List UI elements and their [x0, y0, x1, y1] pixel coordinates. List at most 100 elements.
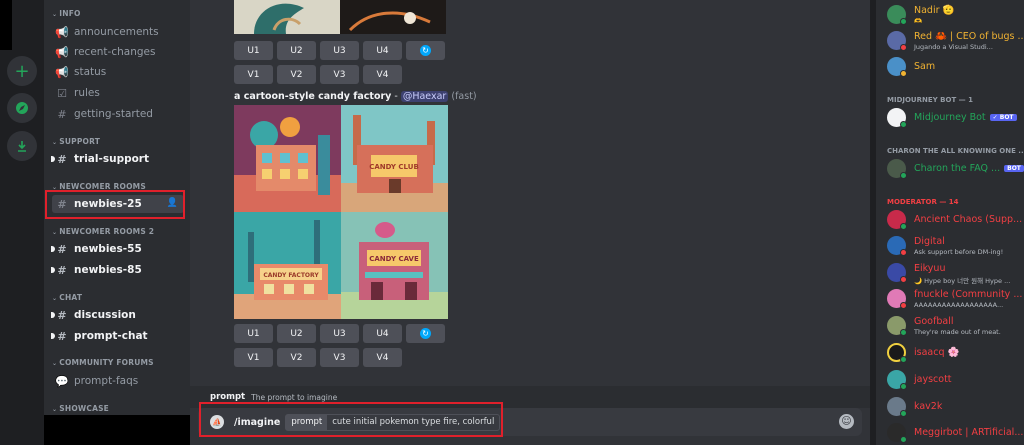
user-mention[interactable]: @Haexar	[400, 91, 449, 102]
bot-badge: ✓ BOT	[989, 114, 1017, 121]
status-online-icon	[900, 18, 907, 25]
previous-image-tile-1[interactable]	[234, 0, 340, 34]
status-online-icon	[900, 356, 907, 363]
member-item[interactable]: Goofball They're made out of meat.	[887, 314, 1022, 338]
u4-button[interactable]: U4	[363, 324, 402, 343]
channel-rules[interactable]: ☑ rules	[52, 84, 184, 102]
channel-discussion[interactable]: # discussion	[51, 306, 184, 324]
u1-button[interactable]: U1	[234, 324, 273, 343]
generation-mode: (fast)	[451, 91, 477, 102]
channel-recent-changes[interactable]: 📢 recent-changes	[52, 43, 184, 61]
category-newcomer-rooms-2[interactable]: ⌄ NEWCOMER ROOMS 2	[52, 227, 154, 236]
add-server-icon[interactable]: +	[7, 56, 37, 86]
category-chat[interactable]: ⌄ CHAT	[52, 293, 82, 302]
option-name: prompt	[210, 392, 246, 402]
member-item[interactable]: jayscott	[887, 368, 1022, 392]
generated-image-1[interactable]	[234, 105, 341, 212]
refresh-icon: ↻	[420, 328, 431, 339]
option-description: The prompt to imagine	[251, 392, 338, 402]
u3-button[interactable]: U3	[320, 41, 359, 60]
member-item[interactable]: isaacq 🌸	[887, 341, 1022, 365]
variation-button-row-2: V1 V2 V3 V4	[234, 348, 402, 367]
status-online-icon	[900, 121, 907, 128]
channel-sidebar: ⌄ INFO 📢 announcements 📢 recent-changes 📢 st…	[44, 0, 190, 445]
member-category-charon: CHARON THE ALL KNOWING ONE ...	[887, 147, 1024, 155]
channel-announcements[interactable]: 📢 announcements	[52, 23, 184, 41]
emoji-picker-icon[interactable]: ☺	[839, 414, 854, 429]
channel-prompt-chat[interactable]: # prompt-chat	[51, 327, 184, 345]
channel-status[interactable]: 📢 status	[52, 63, 184, 81]
forum-bubbles-icon: 💬	[55, 374, 69, 388]
bot-badge: BOT	[1004, 165, 1024, 172]
threaded-hashtag-icon: #	[57, 263, 67, 277]
member-item[interactable]: Meggirbot | ARTificial...	[887, 421, 1023, 445]
v3-button[interactable]: V3	[320, 65, 359, 84]
upscale-button-row-2: U1 U2 U3 U4 ↻	[234, 324, 445, 343]
reroll-button[interactable]: ↻	[406, 324, 445, 343]
member-item[interactable]: Charon the FAQ ... BOT	[887, 157, 1024, 181]
previous-image-tile-2[interactable]	[340, 0, 446, 34]
category-community-forums[interactable]: ⌄ COMMUNITY FORUMS	[52, 358, 154, 367]
category-showcase[interactable]: ⌄ SHOWCASE	[52, 404, 109, 413]
v4-button[interactable]: V4	[363, 65, 402, 84]
u2-button[interactable]: U2	[277, 41, 316, 60]
variation-button-row-1: V1 V2 V3 V4	[234, 65, 402, 84]
explore-compass-icon[interactable]	[7, 93, 37, 123]
v4-button[interactable]: V4	[363, 348, 402, 367]
generated-image-4[interactable]: CANDY CAVE	[341, 212, 448, 319]
prompt-text: a cartoon-style candy factory	[234, 91, 392, 102]
channel-getting-started[interactable]: # getting-started	[52, 105, 184, 123]
member-item[interactable]: Digital Ask support before DM-ing!	[887, 234, 1022, 258]
v2-button[interactable]: V2	[277, 65, 316, 84]
generated-image-3[interactable]: CANDY FACTORY	[234, 212, 341, 319]
megaphone-icon: 📢	[55, 45, 69, 59]
server-icon-blank[interactable]	[0, 0, 12, 50]
svg-text:CANDY CAVE: CANDY CAVE	[369, 255, 419, 263]
member-item[interactable]: fnuckle (Community ... AAAAAAAAAAAAAAAAA…	[887, 287, 1022, 311]
member-item[interactable]: Ancient Chaos (Supp...	[887, 208, 1022, 232]
reroll-button[interactable]: ↻	[406, 41, 445, 60]
member-item[interactable]: kav2k	[887, 395, 1022, 419]
status-online-icon	[900, 172, 907, 179]
channel-trial-support[interactable]: # trial-support	[51, 150, 184, 168]
highlight-composer	[199, 402, 503, 437]
user-panel[interactable]	[44, 415, 190, 445]
member-item[interactable]: Sam	[887, 55, 1022, 79]
channel-prompt-faqs[interactable]: 💬 prompt-faqs	[52, 372, 184, 390]
channel-newbies-85[interactable]: # newbies-85	[51, 261, 184, 279]
u4-button[interactable]: U4	[363, 41, 402, 60]
status-dnd-icon	[900, 276, 907, 283]
hashtag-icon: #	[57, 329, 67, 343]
status-idle-icon	[900, 70, 907, 77]
member-category-moderator: MODERATOR — 14	[887, 198, 959, 206]
member-item[interactable]: Eikyuu 🌙 Hype boy 너만 원해 Hype ...	[887, 261, 1022, 285]
channel-newbies-55[interactable]: # newbies-55	[51, 240, 184, 258]
member-category-midjourney: MIDJOURNEY BOT — 1	[887, 96, 973, 104]
member-item[interactable]: Red 🦀 | CEO of bugs ... Jugando a Visual…	[887, 29, 1024, 53]
status-dnd-icon	[900, 44, 907, 51]
v1-button[interactable]: V1	[234, 65, 273, 84]
svg-text:CANDY CLUB: CANDY CLUB	[369, 163, 419, 171]
status-online-icon	[900, 436, 907, 443]
category-info[interactable]: ⌄ INFO	[52, 9, 81, 18]
message-header: a cartoon-style candy factory - @Haexar …	[234, 91, 477, 102]
status-online-icon	[900, 383, 907, 390]
upscale-button-row-1: U1 U2 U3 U4 ↻	[234, 41, 445, 60]
generated-image-2[interactable]: CANDY CLUB	[341, 105, 448, 212]
status-dnd-icon	[900, 249, 907, 256]
svg-text:CANDY FACTORY: CANDY FACTORY	[263, 272, 319, 279]
discord-app: + ⌄ INFO 📢 announcements 📢 recent-changes 📢…	[0, 0, 1024, 445]
category-support[interactable]: ⌄ SUPPORT	[52, 137, 100, 146]
member-item[interactable]: Midjourney Bot ✓ BOT	[887, 106, 1022, 130]
refresh-icon: ↻	[420, 45, 431, 56]
download-icon[interactable]	[7, 131, 37, 161]
member-item[interactable]: Nadir 🫡 🫶	[887, 3, 1022, 27]
megaphone-icon: 📢	[55, 65, 69, 79]
u3-button[interactable]: U3	[320, 324, 359, 343]
u1-button[interactable]: U1	[234, 41, 273, 60]
v2-button[interactable]: V2	[277, 348, 316, 367]
megaphone-icon: 📢	[55, 25, 69, 39]
u2-button[interactable]: U2	[277, 324, 316, 343]
v3-button[interactable]: V3	[320, 348, 359, 367]
v1-button[interactable]: V1	[234, 348, 273, 367]
